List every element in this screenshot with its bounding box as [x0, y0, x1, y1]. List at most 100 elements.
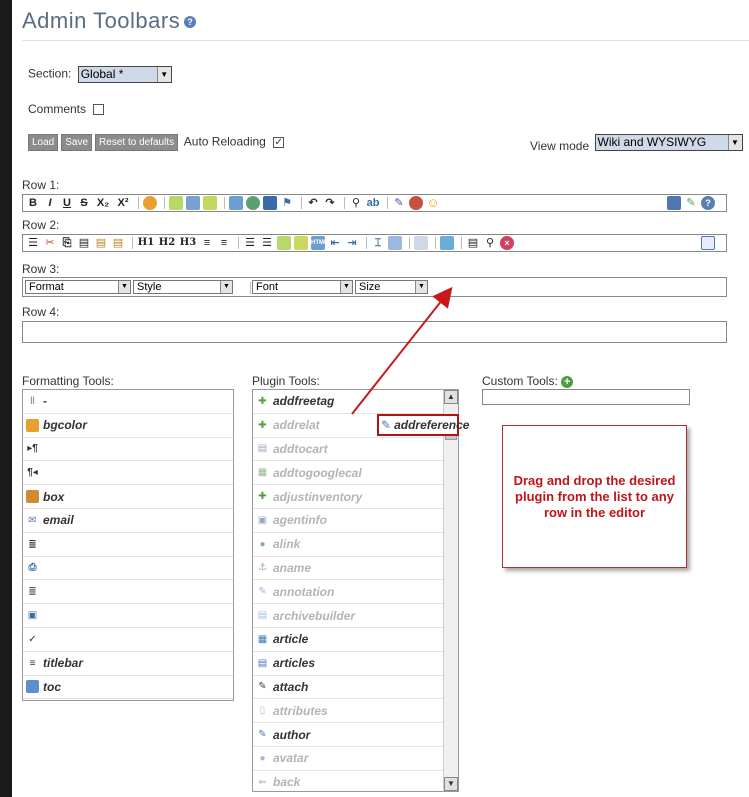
list-item[interactable]: ▤ addtocart [253, 438, 458, 462]
list-item[interactable]: ▤ archivebuilder [253, 604, 458, 628]
font-select[interactable]: Font ▼ [252, 280, 353, 294]
replace-icon[interactable]: ab [366, 196, 380, 210]
align-center-icon[interactable]: ≡ [217, 236, 231, 250]
list-item[interactable]: ▦ addtogooglecal [253, 461, 458, 486]
heading1-icon[interactable]: H1 [137, 236, 155, 250]
indent-icon[interactable]: ⇥ [345, 236, 359, 250]
row1-toolbar[interactable]: B I U S X₂ X² ⚑ ↶ ↷ ⚲ ab ✎ ☺ ✎ ? [22, 194, 727, 212]
underline-icon[interactable]: U [60, 196, 74, 210]
remove-format-icon[interactable]: × [500, 236, 514, 250]
smiley-icon[interactable]: ☺ [426, 196, 440, 210]
auto-reloading-checkbox[interactable]: ✓ [273, 137, 285, 148]
plugin-icon[interactable] [440, 236, 454, 250]
grid-icon[interactable] [414, 236, 428, 250]
size-select[interactable]: Size ▼ [355, 280, 428, 294]
eraser-icon[interactable]: ✎ [392, 196, 406, 210]
list-item[interactable]: ✎ annotation [253, 580, 458, 605]
highlight-icon[interactable] [169, 196, 183, 210]
list-item[interactable]: ● alink [253, 533, 458, 557]
paste-word-icon[interactable]: ▤ [111, 236, 125, 250]
cut-icon[interactable]: ✂ [43, 236, 57, 250]
save-icon[interactable] [667, 196, 681, 210]
document-icon[interactable]: ▤ [466, 236, 480, 250]
list-item[interactable]: ▣ [23, 604, 233, 628]
row3-toolbar[interactable]: Format ▼ Style ▼ Font ▼ Size ▼ [22, 277, 727, 297]
row4-toolbar[interactable] [22, 321, 727, 343]
list-item[interactable]: ▣ agentinfo [253, 509, 458, 533]
edit-icon[interactable]: ✎ [684, 196, 698, 210]
plugin-list-scrollbar[interactable]: ▲ ▼ [443, 390, 458, 791]
page-icon[interactable] [388, 236, 402, 250]
subscript-icon[interactable]: X₂ [94, 196, 112, 210]
undo-icon[interactable]: ↶ [306, 196, 320, 210]
list-item[interactable]: ▤ articles [253, 652, 458, 676]
bold-icon[interactable]: B [26, 196, 40, 210]
horizontal-rule-icon[interactable]: ⌶ [371, 236, 385, 250]
scroll-down-icon[interactable]: ▼ [444, 777, 458, 791]
table-icon[interactable] [229, 196, 243, 210]
preview-icon[interactable]: ⚲ [483, 236, 497, 250]
list-item[interactable]: ▦ article [253, 628, 458, 652]
outdent-icon[interactable]: ⇤ [328, 236, 342, 250]
list-item[interactable]: ✎ author [253, 723, 458, 747]
custom-tools-list[interactable] [482, 389, 690, 405]
flag-icon[interactable]: ⚑ [280, 196, 294, 210]
globe-icon[interactable] [246, 196, 260, 210]
image-icon[interactable] [186, 196, 200, 210]
list-item[interactable]: ✚ adjustinventory [253, 485, 458, 509]
list-item[interactable]: toc [23, 676, 233, 700]
style-select[interactable]: Style ▼ [133, 280, 233, 294]
html-icon[interactable]: HTML [311, 236, 328, 250]
italic-icon[interactable]: I [43, 196, 57, 210]
list-item[interactable]: ⚓ aname [253, 557, 458, 581]
color-palette-icon[interactable] [143, 196, 157, 210]
comments-checkbox[interactable] [93, 104, 105, 116]
save-button[interactable]: Save [61, 134, 93, 151]
list-item[interactable]: ✎ attach [253, 676, 458, 700]
list-item[interactable]: ⇐ back [253, 771, 458, 791]
list-item[interactable]: ≡ titlebar [23, 652, 233, 676]
formatting-tools-list[interactable]: ‖ - bgcolor ▸¶ ¶◂ box ✉ email ≣ ⎙ ≣ ▣ ✓ ≡ titlebar toc [22, 389, 234, 701]
special-chars-icon[interactable] [409, 196, 423, 210]
row2-toolbar[interactable]: ☰ ✂ ⎘ ▤ ▤ ▤ H1 H2 H3 ≡ ≡ ☰ ☰ HTML ⇤ ⇥ ⌶ [22, 234, 727, 252]
list-item[interactable]: ✓ [23, 628, 233, 652]
list-item[interactable]: ● avatar [253, 747, 458, 771]
format-select[interactable]: Format ▼ [25, 280, 131, 294]
help-icon[interactable]: ? [701, 196, 715, 210]
list-item[interactable]: box [23, 485, 233, 509]
plugin-tools-list[interactable]: ✚ addfreetag ✚ addrelat ▤ addtocart ▦ addtogoog… [252, 389, 459, 792]
fullscreen-icon[interactable] [701, 236, 715, 250]
list-item[interactable]: ▯ attributes [253, 699, 458, 724]
align-left-icon[interactable]: ≡ [200, 236, 214, 250]
find-icon[interactable]: ⚲ [349, 196, 363, 210]
list-item[interactable]: ▸¶ [23, 438, 233, 462]
list-item[interactable]: ≣ [23, 533, 233, 557]
add-icon[interactable]: + [561, 375, 574, 388]
reset-defaults-button[interactable]: Reset to defaults [95, 134, 179, 151]
load-button[interactable]: Load [28, 134, 59, 151]
numbered-list-icon[interactable]: ☰ [260, 236, 274, 250]
list-item[interactable]: ✉ email [23, 509, 233, 533]
source-icon[interactable]: ☰ [26, 236, 40, 250]
bullet-list-icon[interactable]: ☰ [243, 236, 257, 250]
superscript-icon[interactable]: X² [115, 196, 131, 210]
scroll-up-icon[interactable]: ▲ [444, 390, 458, 404]
list-item[interactable]: ‖ - [23, 390, 233, 414]
heading2-icon[interactable]: H2 [158, 236, 176, 250]
list-item[interactable]: bgcolor [23, 414, 233, 438]
link-icon[interactable] [203, 196, 217, 210]
list-item[interactable]: ⎙ [23, 557, 233, 581]
heading3-icon[interactable]: H3 [179, 236, 197, 250]
redo-icon[interactable]: ↷ [323, 196, 337, 210]
paste-icon[interactable]: ▤ [77, 236, 91, 250]
list-item[interactable]: ¶◂ [23, 461, 233, 486]
list-item[interactable]: ✚ addfreetag [253, 390, 458, 414]
people-icon[interactable] [263, 196, 277, 210]
frame-icon[interactable] [294, 236, 308, 250]
box-icon[interactable] [277, 236, 291, 250]
dragged-plugin[interactable]: ✎ addreference [377, 414, 469, 436]
section-select[interactable]: Global * ▼ [77, 66, 172, 83]
help-icon[interactable]: ? [184, 16, 197, 29]
view-mode-select[interactable]: Wiki and WYSIWYG ▼ [594, 134, 743, 151]
strikethrough-icon[interactable]: S [77, 196, 91, 210]
